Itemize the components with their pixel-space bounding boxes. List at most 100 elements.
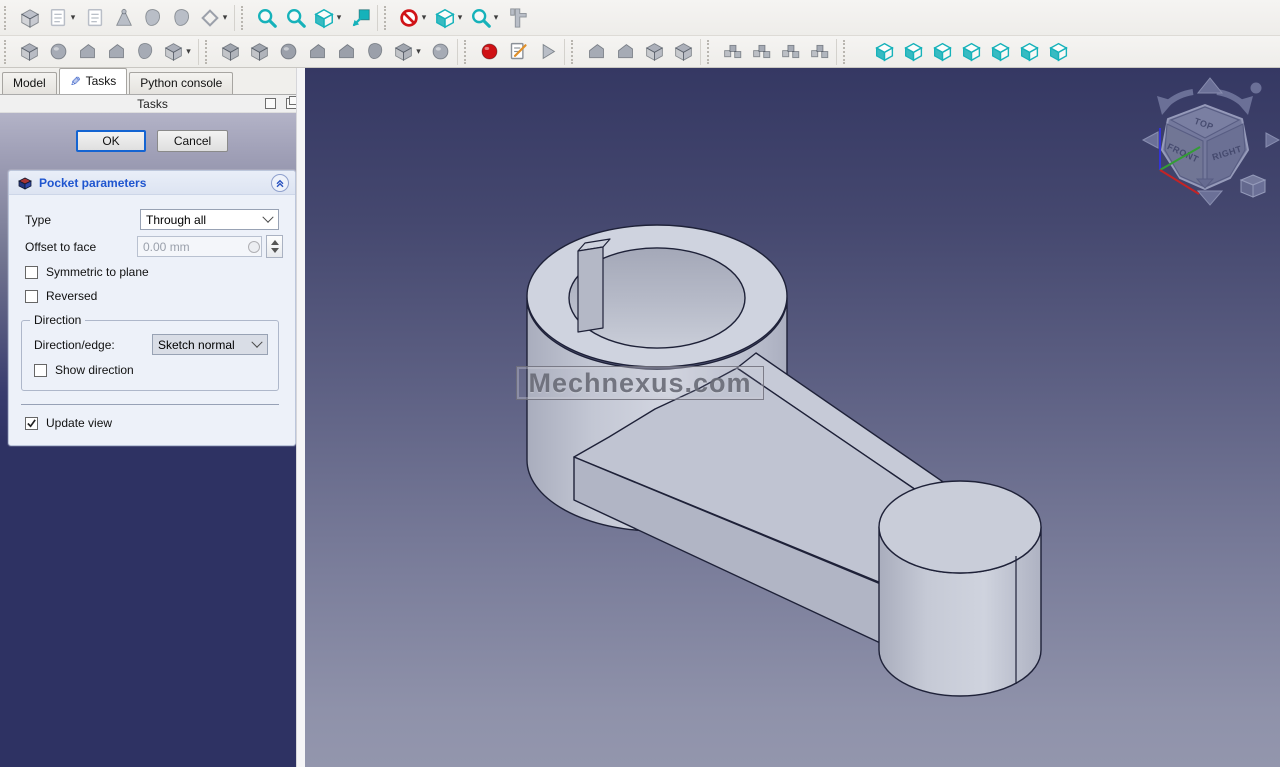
toolbar-drag-handle[interactable] <box>707 39 714 64</box>
additive-primitive-button[interactable]: ▾ <box>161 38 195 65</box>
view-right-button[interactable] <box>958 38 985 65</box>
box-element-selection-dropdown-arrow[interactable]: ▾ <box>456 12 465 23</box>
view-left-button[interactable] <box>1045 38 1072 65</box>
toolbar-drag-handle[interactable] <box>4 5 11 30</box>
pad-button[interactable] <box>16 38 43 65</box>
box-element-selection-button[interactable]: ▾ <box>432 4 466 31</box>
view-axonometric-button[interactable]: ▾ <box>311 4 345 31</box>
toolbar-drag-handle[interactable] <box>384 5 391 30</box>
tab-python-console[interactable]: Python console <box>129 72 234 94</box>
direction-edge-combobox[interactable]: Sketch normal <box>152 334 268 355</box>
task-panel: OK Cancel Pocket parameters Type Through… <box>0 113 305 767</box>
toolbar-drag-handle[interactable] <box>843 39 850 64</box>
nav-cube[interactable]: TOP FRONT RIGHT <box>1161 104 1249 190</box>
subtractive-helix-button[interactable] <box>362 38 389 65</box>
zoom-fit-all-button[interactable] <box>253 4 280 31</box>
macro-execute-button[interactable] <box>534 38 561 65</box>
tab-tasks[interactable]: ✎ Tasks <box>58 68 128 94</box>
spin-up-icon[interactable] <box>270 240 279 245</box>
update-view-checkbox[interactable] <box>25 416 38 430</box>
toolbar-drag-handle[interactable] <box>241 5 248 30</box>
macro-edit-button[interactable] <box>505 38 532 65</box>
reversed-checkbox[interactable] <box>25 289 38 303</box>
hole-button[interactable] <box>246 38 273 65</box>
3d-viewport[interactable]: TOP FRONT RIGHT Mechnexus.com <box>305 68 1280 767</box>
toolbar-separator <box>836 38 837 65</box>
navigation-cluster[interactable]: TOP FRONT RIGHT <box>1141 77 1280 206</box>
nav-arrow-right[interactable] <box>1265 132 1280 148</box>
task-panel-scrollbar[interactable] <box>296 68 305 767</box>
subtractive-loft-button[interactable] <box>304 38 331 65</box>
offset-input[interactable] <box>137 236 262 257</box>
toolbar-drag-handle[interactable] <box>464 39 471 64</box>
fit-selection-button[interactable] <box>347 4 374 31</box>
tab-model[interactable]: Model <box>2 72 57 94</box>
create-shapebinder-icon <box>142 7 164 29</box>
stop-operation-button[interactable]: ▾ <box>396 4 430 31</box>
create-datum-dropdown-arrow[interactable]: ▾ <box>221 12 230 23</box>
pocket-button[interactable] <box>217 38 244 65</box>
view-bottom-button[interactable] <box>1016 38 1043 65</box>
chamfer-button[interactable] <box>612 38 639 65</box>
nav-arrow-left[interactable] <box>1141 131 1159 149</box>
groove-button[interactable] <box>275 38 302 65</box>
show-direction-label: Show direction <box>55 363 134 377</box>
subtractive-loft-icon <box>307 41 328 62</box>
toolbar-drag-handle[interactable] <box>4 39 11 64</box>
nav-mini-cube[interactable] <box>1239 174 1267 198</box>
linear-pattern-button[interactable] <box>748 38 775 65</box>
draft-button[interactable] <box>641 38 668 65</box>
view-rear-button[interactable] <box>987 38 1014 65</box>
nav-arrow-down[interactable] <box>1196 190 1224 206</box>
subtractive-primitive-button[interactable]: ▾ <box>391 38 425 65</box>
view-isometric-button[interactable] <box>871 38 898 65</box>
toolbar-group: ▾ <box>252 4 375 31</box>
mirrored-button[interactable] <box>719 38 746 65</box>
stop-operation-dropdown-arrow[interactable]: ▾ <box>420 12 429 23</box>
nav-orbit-dot[interactable] <box>1250 82 1262 94</box>
edit-sketch-button <box>81 4 108 31</box>
cylinder-top-face[interactable] <box>878 480 1042 574</box>
expression-icon[interactable] <box>248 240 260 253</box>
cancel-button[interactable]: Cancel <box>157 130 228 152</box>
spin-down-icon[interactable] <box>270 248 279 253</box>
3d-scene[interactable]: TOP FRONT RIGHT <box>305 68 1280 767</box>
create-multitransform-button[interactable] <box>806 38 833 65</box>
symmetric-to-plane-checkbox[interactable] <box>25 265 38 279</box>
toolbar-drag-handle[interactable] <box>205 39 212 64</box>
keyway-side-face[interactable] <box>577 246 604 333</box>
model-part[interactable] <box>526 224 1042 697</box>
zoom-selection-icon <box>285 7 307 29</box>
view-top-button[interactable] <box>929 38 956 65</box>
create-body-button <box>16 4 43 31</box>
refresh-view-button[interactable]: ▾ <box>468 4 502 31</box>
subtractive-primitive-dropdown-arrow[interactable]: ▾ <box>414 46 423 57</box>
show-direction-checkbox[interactable] <box>34 363 47 377</box>
ok-button[interactable]: OK <box>76 130 146 152</box>
polar-pattern-button[interactable] <box>777 38 804 65</box>
dock-icon[interactable] <box>265 98 276 109</box>
fillet-button[interactable] <box>583 38 610 65</box>
create-sketch-dropdown-arrow[interactable]: ▾ <box>69 12 78 23</box>
view-front-button[interactable] <box>900 38 927 65</box>
toolbar-drag-handle[interactable] <box>571 39 578 64</box>
zoom-selection-button[interactable] <box>282 4 309 31</box>
toolbar-group: ▾ ▾ ▾ <box>395 4 532 31</box>
subtractive-sweep-button[interactable] <box>333 38 360 65</box>
boolean-operation-button[interactable] <box>427 38 454 65</box>
type-combobox[interactable]: Through all <box>140 209 279 230</box>
nav-arrow-up[interactable] <box>1196 77 1224 94</box>
collapse-section-button[interactable] <box>271 173 289 192</box>
view-axonometric-dropdown-arrow[interactable]: ▾ <box>335 12 344 23</box>
refresh-view-dropdown-arrow[interactable]: ▾ <box>492 12 501 23</box>
macro-record-button[interactable] <box>476 38 503 65</box>
pocket-parameters-title: Pocket parameters <box>39 175 147 190</box>
draft-icon <box>644 41 665 62</box>
thickness-button[interactable] <box>670 38 697 65</box>
additive-primitive-dropdown-arrow[interactable]: ▾ <box>184 46 193 57</box>
additive-loft-button[interactable] <box>74 38 101 65</box>
revolution-button[interactable] <box>45 38 72 65</box>
additive-sweep-button[interactable] <box>103 38 130 65</box>
additive-helix-button[interactable] <box>132 38 159 65</box>
tab-python-label: Python console <box>140 76 223 90</box>
